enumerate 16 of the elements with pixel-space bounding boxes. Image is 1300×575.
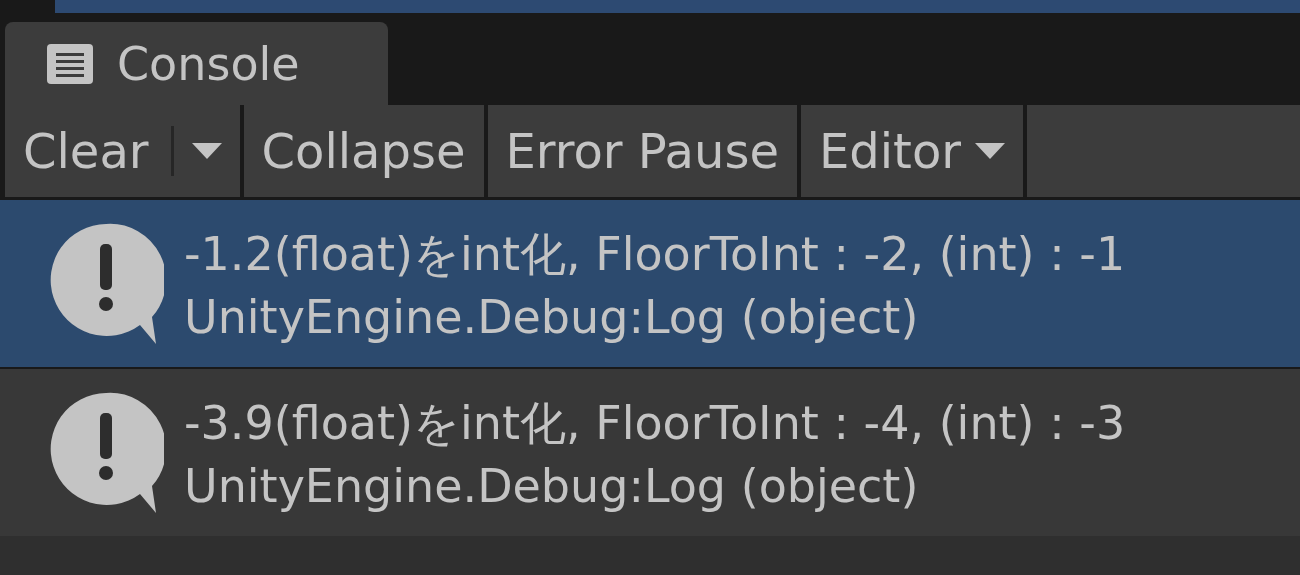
log-message: -1.2(float)をint化, FloorToInt : -2, (int) : -1: [184, 225, 1126, 283]
console-tab[interactable]: Console: [5, 22, 388, 105]
warning-bubble-icon: [48, 390, 164, 515]
log-message: -3.9(float)をint化, FloorToInt : -4, (int) : -3: [184, 394, 1126, 452]
document-icon: [47, 43, 93, 84]
clear-button[interactable]: Clear: [5, 105, 240, 197]
editor-dropdown[interactable]: Editor: [800, 105, 1023, 197]
stack-trace: UnityEngine.Debug:Log (object): [184, 289, 920, 344]
toggle-button[interactable]: Error Pause: [487, 105, 797, 197]
stack-trace: UnityEngine.Debug:Log (object): [184, 458, 920, 513]
log-entry[interactable]: -1.2(float)をint化, FloorToInt : -2, (int) : -1 UnityEngine.Debug:Log (object): [0, 200, 1300, 367]
caret-icon: [191, 143, 222, 159]
caret-icon: [975, 143, 1005, 159]
toggle-button[interactable]: Collapse: [243, 105, 484, 197]
warning-bubble-icon: [48, 221, 164, 346]
log-entry[interactable]: -3.9(float)をint化, FloorToInt : -4, (int) : -3 UnityEngine.Debug:Log (object): [0, 369, 1300, 536]
